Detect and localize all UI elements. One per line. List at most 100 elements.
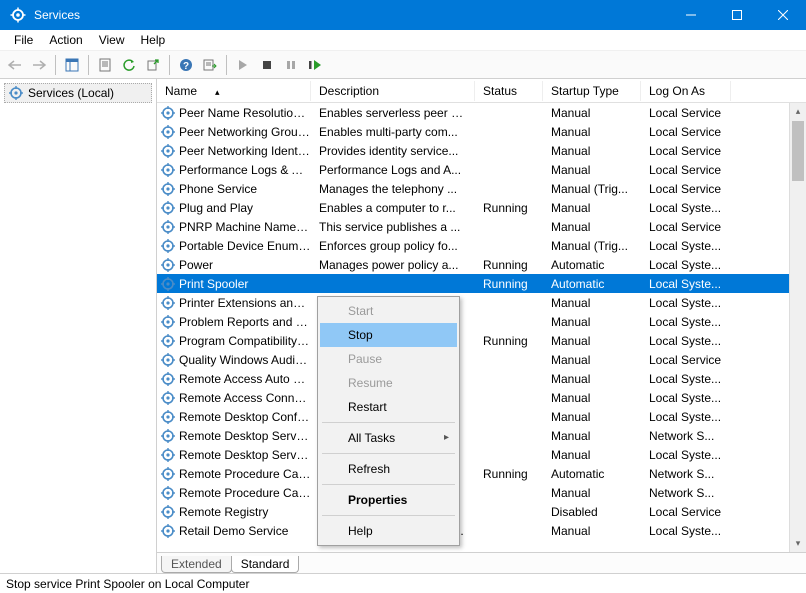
service-logon: Local Syste... xyxy=(641,277,731,291)
service-logon: Local Syste... xyxy=(641,391,731,405)
service-row[interactable]: Portable Device Enumerator...Enforces gr… xyxy=(157,236,806,255)
refresh-button[interactable] xyxy=(118,54,140,76)
minimize-button[interactable] xyxy=(668,0,714,30)
service-row[interactable]: Program Compatibility Assi...RunningManu… xyxy=(157,331,806,350)
service-row[interactable]: Plug and PlayEnables a computer to r...R… xyxy=(157,198,806,217)
column-startup-type[interactable]: Startup Type xyxy=(543,81,641,101)
ctx-resume[interactable]: Resume xyxy=(320,371,457,395)
service-row[interactable]: Remote Desktop Configurat...ManualLocal … xyxy=(157,407,806,426)
scrollbar[interactable]: ▴ ▾ xyxy=(789,103,806,552)
service-status: Running xyxy=(475,258,543,272)
service-startup: Manual xyxy=(543,106,641,120)
list-body[interactable]: Peer Name Resolution Prot...Enables serv… xyxy=(157,103,806,552)
ctx-restart[interactable]: Restart xyxy=(320,395,457,419)
ctx-stop[interactable]: Stop xyxy=(320,323,457,347)
ctx-pause[interactable]: Pause xyxy=(320,347,457,371)
service-startup: Manual xyxy=(543,372,641,386)
menu-action[interactable]: Action xyxy=(41,31,90,49)
service-row[interactable]: Remote Desktop Services U...ManualLocal … xyxy=(157,445,806,464)
column-description[interactable]: Description xyxy=(311,81,475,101)
service-row[interactable]: Phone ServiceManages the telephony ...Ma… xyxy=(157,179,806,198)
ctx-help[interactable]: Help xyxy=(320,519,457,543)
tree-root-item[interactable]: Services (Local) xyxy=(4,83,152,103)
service-name: Retail Demo Service xyxy=(179,524,311,538)
gear-icon xyxy=(161,372,175,386)
service-description: This service publishes a ... xyxy=(311,220,475,234)
service-row[interactable]: Remote RegistryDisabledLocal Service xyxy=(157,502,806,521)
service-row[interactable]: Problem Reports and Soluti...ManualLocal… xyxy=(157,312,806,331)
column-name[interactable]: Name▴ xyxy=(157,81,311,101)
service-logon: Local Syste... xyxy=(641,448,731,462)
menu-file[interactable]: File xyxy=(6,31,41,49)
service-description: Enables multi-party com... xyxy=(311,125,475,139)
service-row[interactable]: Remote Procedure Call (RPC)RunningAutoma… xyxy=(157,464,806,483)
back-button[interactable] xyxy=(4,54,26,76)
service-row[interactable]: Remote Desktop ServicesManualNetwork S..… xyxy=(157,426,806,445)
service-row[interactable]: Peer Name Resolution Prot...Enables serv… xyxy=(157,103,806,122)
service-logon: Local Service xyxy=(641,220,731,234)
service-name: Remote Registry xyxy=(179,505,311,519)
tab-extended[interactable]: Extended xyxy=(161,556,232,573)
service-row[interactable]: Peer Networking Identity M...Provides id… xyxy=(157,141,806,160)
service-row[interactable]: Performance Logs & AlertsPerformance Log… xyxy=(157,160,806,179)
column-log-on-as[interactable]: Log On As xyxy=(641,81,731,101)
service-status: Running xyxy=(475,334,543,348)
forward-button[interactable] xyxy=(28,54,50,76)
column-status[interactable]: Status xyxy=(475,81,543,101)
service-logon: Local Service xyxy=(641,106,731,120)
service-startup: Manual (Trig... xyxy=(543,239,641,253)
service-startup: Manual xyxy=(543,391,641,405)
properties-button[interactable] xyxy=(94,54,116,76)
service-name: Peer Networking Identity M... xyxy=(179,144,311,158)
restart-service-button[interactable] xyxy=(304,54,326,76)
help-button[interactable]: ? xyxy=(175,54,197,76)
service-row[interactable]: Remote Procedure Call (RP...ManualNetwor… xyxy=(157,483,806,502)
toolbar: ? xyxy=(0,51,806,79)
gear-icon xyxy=(161,125,175,139)
stop-service-button[interactable] xyxy=(256,54,278,76)
service-row[interactable]: Remote Access Connection...ManualLocal S… xyxy=(157,388,806,407)
toolbar-separator xyxy=(169,55,170,75)
service-name: Performance Logs & Alerts xyxy=(179,163,311,177)
scroll-thumb[interactable] xyxy=(792,121,804,181)
service-name: Quality Windows Audio Vid... xyxy=(179,353,311,367)
service-row[interactable]: Printer Extensions and Notif...ManualLoc… xyxy=(157,293,806,312)
ctx-start[interactable]: Start xyxy=(320,299,457,323)
export-button[interactable] xyxy=(142,54,164,76)
menu-view[interactable]: View xyxy=(91,31,133,49)
show-hide-tree-button[interactable] xyxy=(61,54,83,76)
service-row[interactable]: Quality Windows Audio Vid...ManualLocal … xyxy=(157,350,806,369)
service-name: Remote Desktop Configurat... xyxy=(179,410,311,424)
ctx-separator xyxy=(322,484,455,485)
service-description: Enables serverless peer n... xyxy=(311,106,475,120)
menu-help[interactable]: Help xyxy=(133,31,174,49)
ctx-refresh[interactable]: Refresh xyxy=(320,457,457,481)
close-button[interactable] xyxy=(760,0,806,30)
service-startup: Manual xyxy=(543,334,641,348)
service-logon: Local Service xyxy=(641,505,731,519)
pause-service-button[interactable] xyxy=(280,54,302,76)
service-row[interactable]: PowerManages power policy a...RunningAut… xyxy=(157,255,806,274)
service-logon: Local Syste... xyxy=(641,258,731,272)
scroll-up-icon[interactable]: ▴ xyxy=(790,103,806,120)
export-list-button[interactable] xyxy=(199,54,221,76)
start-service-button[interactable] xyxy=(232,54,254,76)
menubar: File Action View Help xyxy=(0,30,806,51)
service-logon: Local Syste... xyxy=(641,334,731,348)
tab-standard[interactable]: Standard xyxy=(231,556,300,573)
maximize-button[interactable] xyxy=(714,0,760,30)
scroll-down-icon[interactable]: ▾ xyxy=(790,535,806,552)
service-name: Remote Procedure Call (RP... xyxy=(179,486,311,500)
ctx-properties[interactable]: Properties xyxy=(320,488,457,512)
service-name: Remote Desktop Services U... xyxy=(179,448,311,462)
service-logon: Local Syste... xyxy=(641,524,731,538)
ctx-all-tasks[interactable]: All Tasks▸ xyxy=(320,426,457,450)
service-row[interactable]: Print SpoolerRunningAutomaticLocal Syste… xyxy=(157,274,806,293)
gear-icon xyxy=(161,315,175,329)
service-row[interactable]: PNRP Machine Name Publi...This service p… xyxy=(157,217,806,236)
service-row[interactable]: Retail Demo ServiceThe Retail Demo servi… xyxy=(157,521,806,540)
service-row[interactable]: Remote Access Auto Conne...ManualLocal S… xyxy=(157,369,806,388)
service-startup: Manual xyxy=(543,201,641,215)
gear-icon xyxy=(161,258,175,272)
service-row[interactable]: Peer Networking GroupingEnables multi-pa… xyxy=(157,122,806,141)
